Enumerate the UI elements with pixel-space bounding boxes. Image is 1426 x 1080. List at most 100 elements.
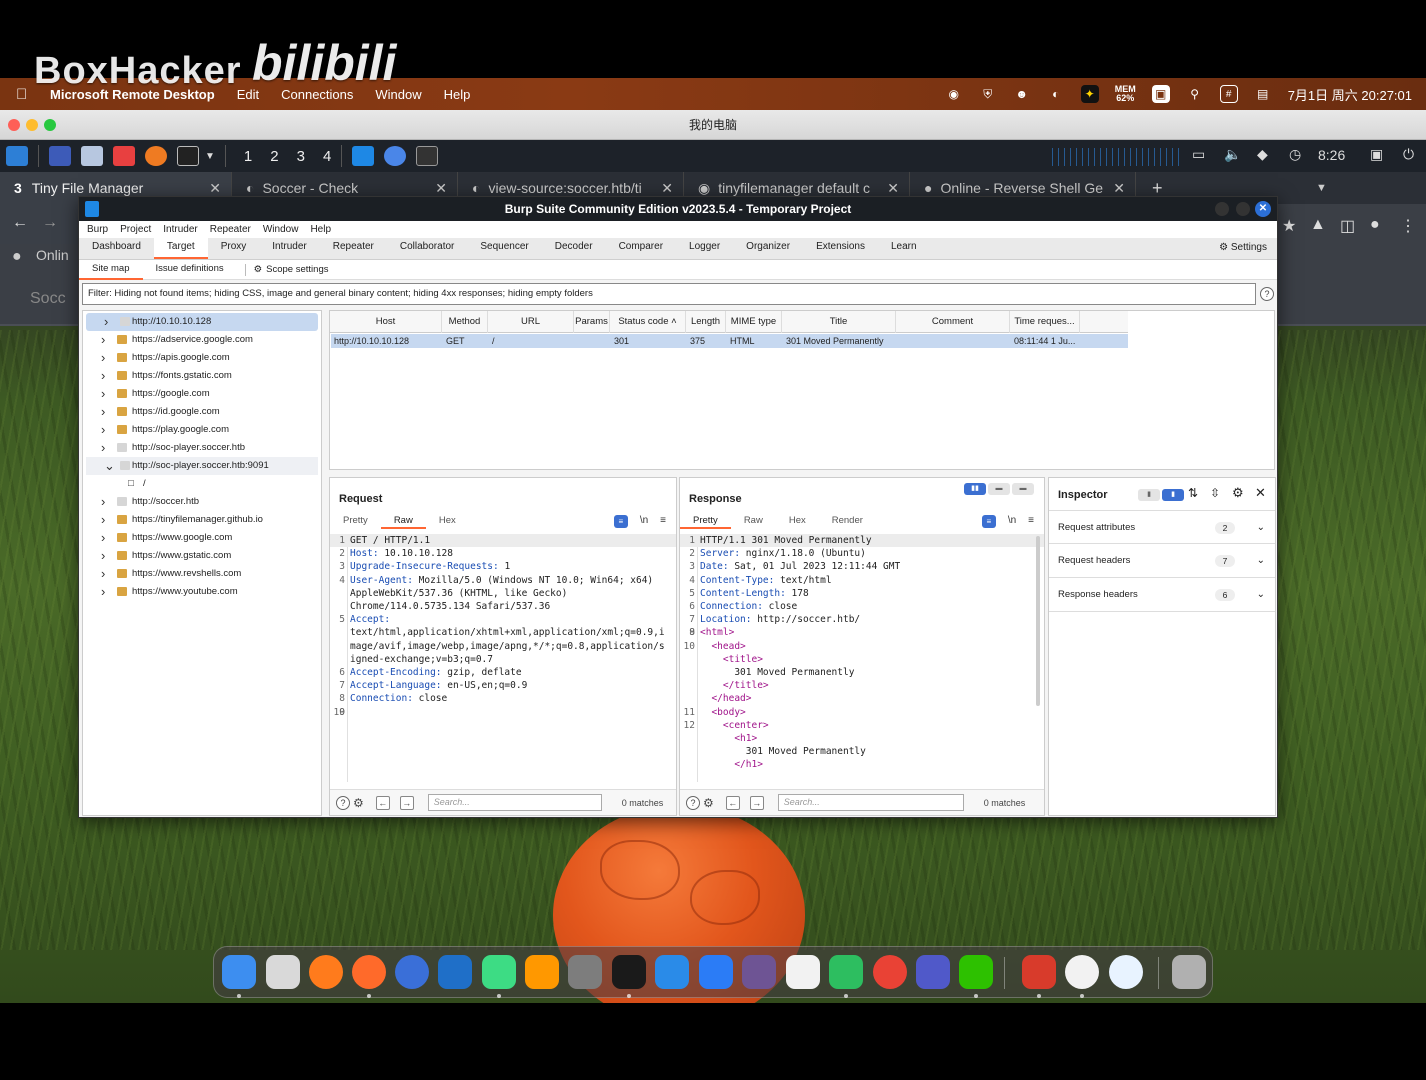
burp-task-icon[interactable] (352, 146, 375, 166)
chevron-right-icon[interactable]: › (101, 349, 105, 367)
close-window-button[interactable] (8, 119, 20, 131)
column-header[interactable]: Length (686, 311, 726, 333)
column-header[interactable]: Comment (896, 311, 1010, 333)
sitemap-host-item[interactable]: › https://google.com (83, 385, 321, 403)
table-row[interactable]: http://10.10.10.128 GET / 301 375 HTML 301 Mov… (331, 334, 1128, 348)
bookmark-label[interactable]: Onlin (36, 247, 69, 263)
close-icon[interactable]: ✕ (435, 180, 447, 197)
scope-settings-button[interactable]: Scope settings (266, 264, 328, 275)
zoom-window-button[interactable] (44, 119, 56, 131)
chevron-right-icon[interactable]: › (101, 403, 105, 421)
chevron-down-icon[interactable]: ⌄ (1257, 511, 1265, 545)
maximize-icon[interactable] (1236, 202, 1250, 216)
evernote-icon[interactable] (829, 955, 863, 989)
sitemap-host-item[interactable]: › https://www.gstatic.com (83, 547, 321, 565)
gear-icon[interactable]: ⚙ (1232, 485, 1244, 501)
chevron-right-icon[interactable]: › (101, 439, 105, 457)
chevron-right-icon[interactable]: › (101, 493, 105, 511)
tab-intruder[interactable]: Intruder (259, 237, 319, 259)
column-header[interactable]: Params (574, 311, 610, 333)
firefox-icon[interactable] (145, 146, 167, 166)
remote-desktop-icon[interactable] (1022, 955, 1056, 989)
request-tab-hex[interactable]: Hex (426, 513, 469, 529)
display-icon[interactable]: ▭ (1192, 146, 1205, 163)
menu-burp[interactable]: Burp (87, 224, 108, 235)
record-icon[interactable]: ◉ (945, 85, 963, 103)
request-tab-raw[interactable]: Raw (380, 513, 426, 529)
input-method-icon[interactable]: # (1219, 85, 1238, 103)
menu-window[interactable]: Window (263, 224, 299, 235)
chevron-right-icon[interactable]: › (104, 313, 108, 331)
close-icon[interactable]: ✕ (209, 180, 221, 197)
workspace-1[interactable]: 1 (244, 148, 252, 165)
apple-icon[interactable]:  (16, 86, 34, 103)
sitemap-child-item[interactable]: □ / (83, 475, 321, 493)
collapse-all-icon[interactable]: ⇳ (1210, 486, 1220, 500)
desktop-icon[interactable] (49, 146, 71, 166)
sitemap-host-item[interactable]: › https://tinyfilemanager.github.io (83, 511, 321, 529)
chevron-right-icon[interactable]: › (101, 583, 105, 601)
chrome-task-icon[interactable] (384, 146, 407, 166)
trash-icon[interactable] (1172, 955, 1206, 989)
firefox-icon[interactable] (352, 955, 386, 989)
memory-indicator[interactable]: MEM 62% (1115, 85, 1136, 103)
inspector-layout-right-icon[interactable]: ▮ (1162, 489, 1184, 501)
power-icon[interactable]: ⏻ (1403, 146, 1414, 163)
chevron-right-icon[interactable]: › (101, 385, 105, 403)
split-horizontal-icon[interactable]: ▮▮ (964, 483, 986, 495)
column-header[interactable]: Method (442, 311, 488, 333)
format-icon[interactable]: ≡ (981, 515, 996, 528)
response-editor[interactable]: 1 HTTP/1.1 301 Moved Permanently 2 Server: … (680, 534, 1044, 772)
workspace-2[interactable]: 2 (270, 148, 278, 165)
column-header[interactable]: MIME type (726, 311, 782, 333)
request-editor[interactable]: 1 GET / HTTP/1.1 2 Host: 10.10.10.128 3 Upgra… (330, 534, 676, 718)
sitemap-host-item[interactable]: › https://www.revshells.com (83, 565, 321, 583)
menu-help[interactable]: Help (310, 224, 331, 235)
chevron-right-icon[interactable]: ⌄ (104, 457, 115, 475)
response-tab-pretty[interactable]: Pretty (680, 513, 731, 529)
key-icon[interactable]: ⚲ (1186, 85, 1204, 103)
sitemap-host-item[interactable]: › http://10.10.10.128 (86, 313, 318, 331)
chevron-right-icon[interactable]: › (101, 511, 105, 529)
safari-icon[interactable] (1109, 955, 1143, 989)
teams-icon[interactable] (916, 955, 950, 989)
wechat-icon[interactable] (959, 955, 993, 989)
flask-icon[interactable]: ▲ (1310, 216, 1326, 234)
chevron-down-icon[interactable]: ▼ (205, 151, 215, 162)
chevron-right-icon[interactable]: › (101, 331, 105, 349)
sitemap-host-item[interactable]: › https://id.google.com (83, 403, 321, 421)
settings-button[interactable]: ⚙ Settings (1219, 242, 1267, 253)
sitemap-host-item[interactable]: › https://www.youtube.com (83, 583, 321, 601)
tab-dashboard[interactable]: Dashboard (79, 237, 154, 259)
format-icon[interactable]: ≡ (613, 515, 628, 528)
close-icon[interactable]: ✕ (1113, 180, 1125, 197)
previous-match-button[interactable]: ← (375, 795, 390, 810)
sitemap-host-item[interactable]: › https://fonts.gstatic.com (83, 367, 321, 385)
menu-icon[interactable]: ≡ (660, 515, 666, 528)
close-icon[interactable]: ✕ (887, 180, 899, 197)
help-icon[interactable]: ? (686, 795, 700, 810)
column-header[interactable]: Host (330, 311, 442, 333)
tab-repeater[interactable]: Repeater (320, 237, 387, 259)
inspector-response-headers[interactable]: Response headers 6 ⌄ (1049, 578, 1275, 612)
scrollbar[interactable] (1036, 536, 1040, 706)
sitemap-host-item[interactable]: › https://adservice.google.com (83, 331, 321, 349)
split-vertical-icon[interactable]: ▬ (988, 483, 1010, 495)
newline-icon[interactable]: \n (1008, 515, 1016, 528)
expand-all-icon[interactable]: ⇅ (1188, 486, 1198, 500)
tab-target[interactable]: Target (153, 237, 208, 259)
sublime-icon[interactable] (525, 955, 559, 989)
control-center-icon[interactable]: ▤ (1254, 85, 1272, 103)
inspector-layout-left-icon[interactable]: ▮ (1138, 489, 1160, 501)
menu-repeater[interactable]: Repeater (210, 224, 251, 235)
request-search-input[interactable]: Search... (427, 794, 602, 811)
gear-icon[interactable]: ⚙ (703, 796, 714, 810)
outlook-icon[interactable] (438, 955, 472, 989)
chevron-right-icon[interactable]: › (101, 565, 105, 583)
qq-icon[interactable] (1065, 955, 1099, 989)
androidstudio-icon[interactable] (482, 955, 516, 989)
menu-icon[interactable]: ≡ (1028, 515, 1034, 528)
tab-extensions[interactable]: Extensions (803, 237, 878, 259)
menubar-clock[interactable]: 7月1日 周六 20:27:01 (1288, 85, 1412, 104)
chrome-icon[interactable] (873, 955, 907, 989)
